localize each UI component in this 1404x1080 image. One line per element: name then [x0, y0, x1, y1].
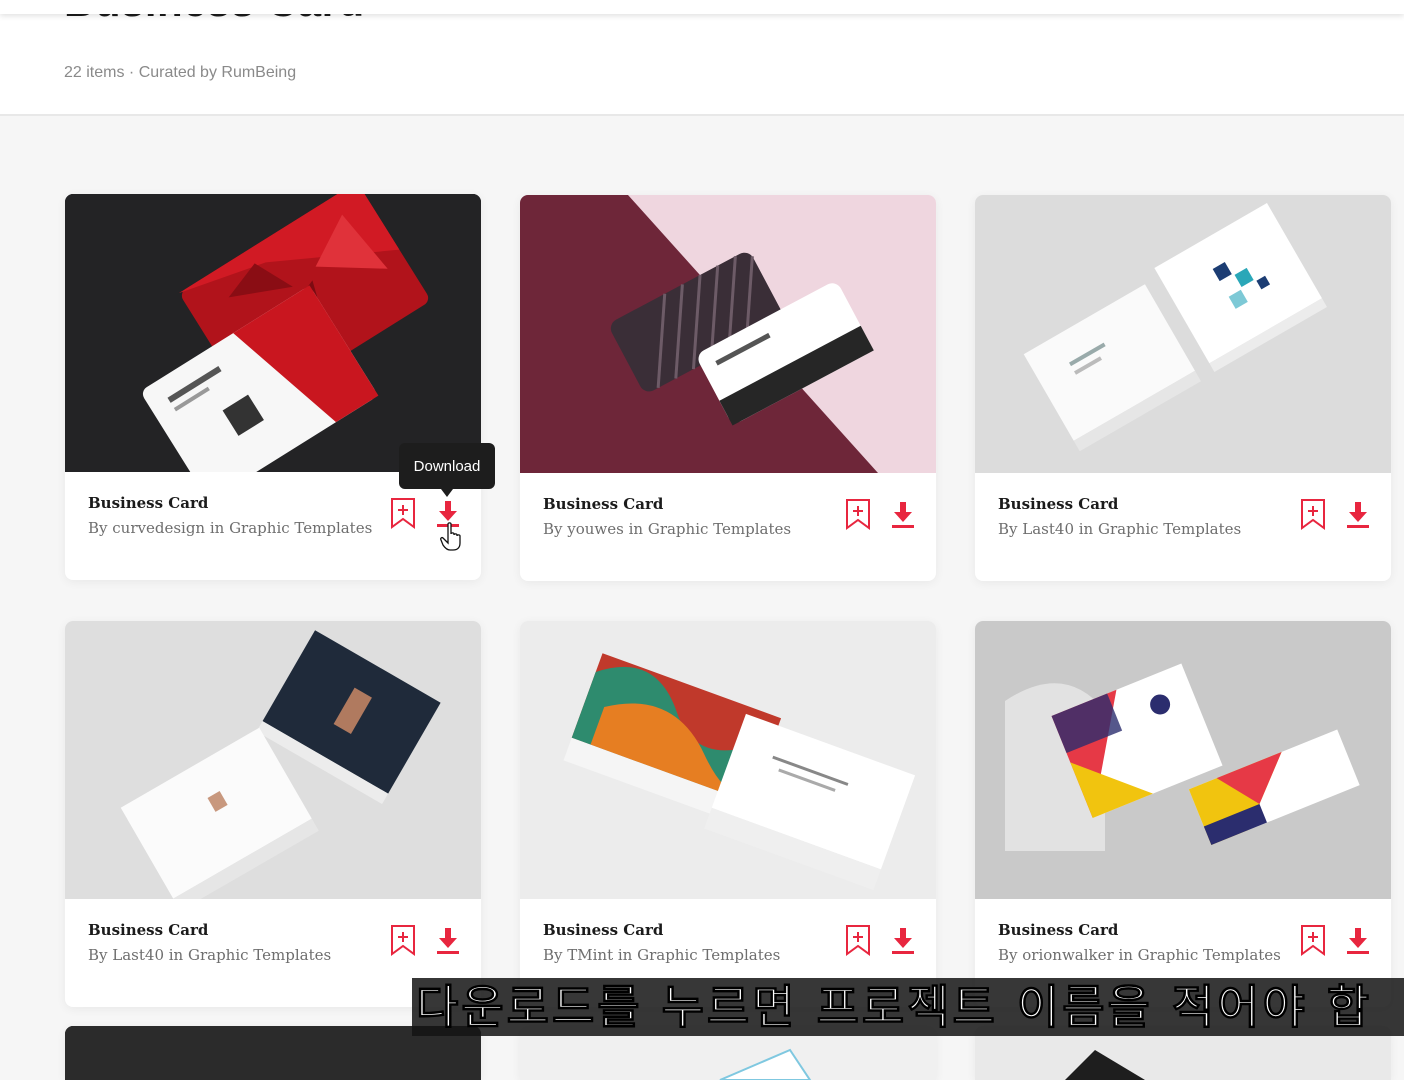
item-byline[interactable]: By Last40 in Graphic Templates: [88, 946, 331, 964]
item-title[interactable]: Business Card: [998, 921, 1118, 939]
item-thumbnail[interactable]: [520, 195, 936, 473]
download-icon[interactable]: [435, 927, 461, 955]
bookmark-add-icon[interactable]: [845, 498, 871, 530]
bookmark-add-icon[interactable]: [1300, 498, 1326, 530]
video-subtitle: 다운로드를 누르면 프로젝트 이름을 적어야 합: [412, 978, 1404, 1036]
item-thumbnail[interactable]: [65, 194, 481, 472]
bookmark-add-icon[interactable]: [845, 924, 871, 956]
item-byline[interactable]: By youwes in Graphic Templates: [543, 520, 791, 538]
item-card[interactable]: Business Card By Last40 in Graphic Templ…: [975, 195, 1391, 581]
item-thumbnail[interactable]: [975, 621, 1391, 899]
bookmark-add-icon[interactable]: [1300, 924, 1326, 956]
top-nav-bar: [0, 0, 1404, 14]
item-title[interactable]: Business Card: [88, 494, 208, 512]
item-title[interactable]: Business Card: [543, 495, 663, 513]
bookmark-add-icon[interactable]: [390, 924, 416, 956]
item-thumbnail[interactable]: [520, 621, 936, 899]
item-byline[interactable]: By curvedesign in Graphic Templates: [88, 519, 372, 537]
item-thumbnail[interactable]: [975, 195, 1391, 473]
item-byline[interactable]: By orionwalker in Graphic Templates: [998, 946, 1281, 964]
bookmark-add-icon[interactable]: [390, 497, 416, 529]
collection-meta: 22 items · Curated by RumBeing: [64, 64, 297, 81]
item-thumbnail[interactable]: [65, 621, 481, 899]
item-card[interactable]: Business Card By curvedesign in Graphic …: [65, 194, 481, 580]
item-byline[interactable]: By Last40 in Graphic Templates: [998, 520, 1241, 538]
item-card[interactable]: Business Card By orionwalker in Graphic …: [975, 621, 1391, 1007]
item-title[interactable]: Business Card: [88, 921, 208, 939]
item-title[interactable]: Business Card: [998, 495, 1118, 513]
hand-pointer-icon: [440, 522, 461, 551]
download-icon[interactable]: [890, 501, 916, 529]
item-title[interactable]: Business Card: [543, 921, 663, 939]
item-card[interactable]: Business Card By youwes in Graphic Templ…: [520, 195, 936, 581]
item-byline[interactable]: By TMint in Graphic Templates: [543, 946, 780, 964]
download-icon[interactable]: [890, 927, 916, 955]
download-icon[interactable]: [1345, 501, 1371, 529]
download-tooltip: Download: [399, 443, 495, 497]
item-card[interactable]: Business Card By Last40 in Graphic Templ…: [65, 621, 481, 1007]
collection-header: Business Card 22 items · Curated by RumB…: [0, 0, 1404, 116]
item-card[interactable]: Business Card By TMint in Graphic Templa…: [520, 621, 936, 1007]
download-icon[interactable]: [1345, 927, 1371, 955]
